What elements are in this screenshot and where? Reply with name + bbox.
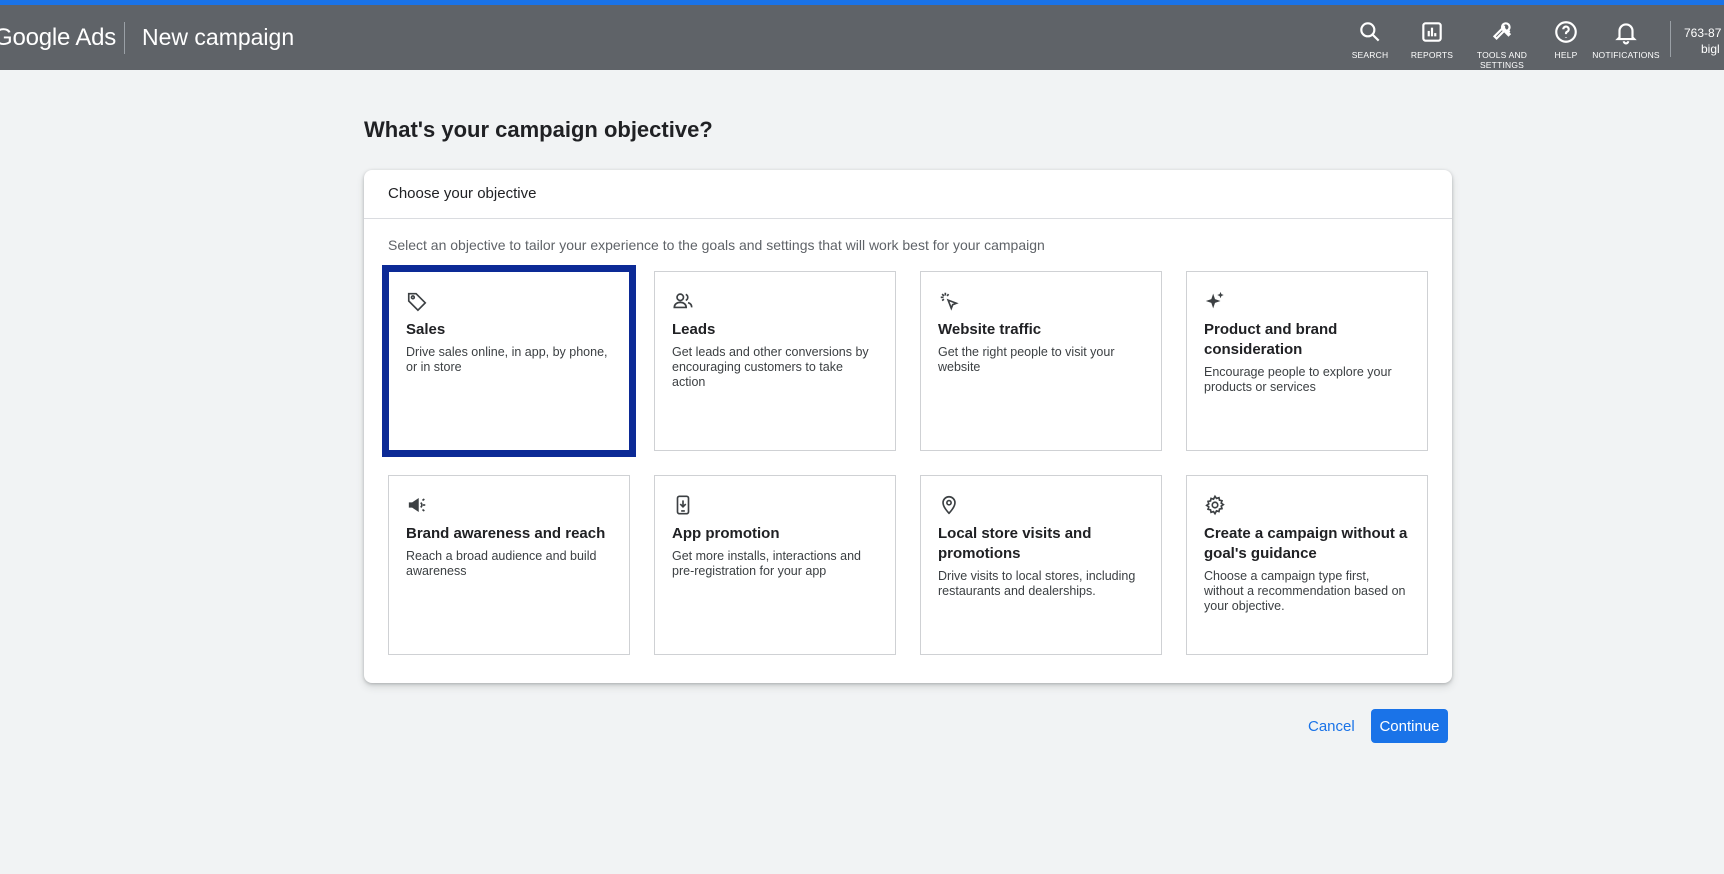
objective-card: Choose your objective Select an objectiv… [364, 170, 1452, 683]
objective-title: Leads [672, 321, 716, 338]
objective-description: Drive visits to local stores, including … [938, 569, 1136, 598]
objective-description: Get more installs, interactions and pre-… [672, 549, 861, 578]
people-icon [673, 293, 693, 309]
notifications-button[interactable]: NOTIFICATIONS [1582, 19, 1670, 60]
account-switcher[interactable]: 763-87 bigl [1684, 25, 1721, 57]
objective-description: Reach a broad audience and build awarene… [406, 549, 597, 578]
account-id: 763-87 [1684, 26, 1722, 40]
account-divider [1670, 21, 1671, 57]
objective-tile-no-goal-guidance[interactable]: Create a campaign without a goal's guida… [1186, 475, 1428, 655]
objective-title: Product and brand consideration [1204, 321, 1338, 358]
header-divider [124, 22, 125, 54]
card-description: Select an objective to tailor your exper… [388, 237, 1045, 253]
page-title: New campaign [142, 24, 295, 50]
objective-title: Sales [406, 321, 446, 338]
objective-tile-website-traffic[interactable]: Website traffic Get the right people to … [920, 271, 1162, 451]
phone-download-icon [676, 495, 690, 515]
cancel-button[interactable]: Cancel [1300, 709, 1363, 743]
top-app-bar: Google Ads New campaign SEARCH REPORTS T… [0, 5, 1724, 70]
objective-tile-product-and-brand-consideration[interactable]: Product and brand consideration Encourag… [1186, 271, 1428, 451]
bell-icon [1615, 23, 1637, 45]
tag-icon [407, 292, 427, 312]
search-icon [1360, 22, 1380, 42]
card-title: Choose your objective [364, 170, 1452, 219]
sparkle-icon [1205, 291, 1224, 309]
objective-title: Website traffic [938, 321, 1042, 338]
reports-icon [1422, 22, 1442, 42]
continue-button[interactable]: Continue [1371, 709, 1448, 743]
objective-tile-app-promotion[interactable]: App promotion Get more installs, interac… [654, 475, 896, 655]
wrench-icon [1492, 22, 1512, 41]
cursor-click-icon [940, 292, 959, 311]
objective-title: Brand awareness and reach [406, 525, 606, 542]
objective-tile-leads[interactable]: Leads Get leads and other conversions by… [654, 271, 896, 451]
notifications-label: NOTIFICATIONS [1592, 50, 1660, 60]
objective-title: Create a campaign without a goal's guida… [1204, 525, 1408, 562]
objective-description: Choose a campaign type first, without a … [1204, 569, 1406, 613]
objective-title: App promotion [672, 525, 780, 542]
google-ads-logo[interactable]: Google Ads [0, 24, 116, 52]
objective-tile-local-store-visits-and-promotions[interactable]: Local store visits and promotions Drive … [920, 475, 1162, 655]
objective-description: Encourage people to explore your product… [1204, 365, 1392, 394]
help-icon [1555, 21, 1577, 43]
location-pin-icon [942, 495, 956, 515]
account-name: bigl [1701, 42, 1720, 56]
objective-tile-sales[interactable]: Sales Drive sales online, in app, by pho… [382, 265, 636, 457]
objective-tile-brand-awareness-and-reach[interactable]: Brand awareness and reach Reach a broad … [388, 475, 630, 655]
objective-description: Get leads and other conversions by encou… [672, 345, 869, 389]
objective-description: Drive sales online, in app, by phone, or… [406, 345, 608, 374]
megaphone-icon [408, 497, 426, 513]
objective-title: Local store visits and promotions [938, 525, 1092, 562]
objective-description: Get the right people to visit your websi… [938, 345, 1115, 374]
gear-icon [1205, 494, 1225, 516]
page-heading: What's your campaign objective? [364, 117, 713, 142]
